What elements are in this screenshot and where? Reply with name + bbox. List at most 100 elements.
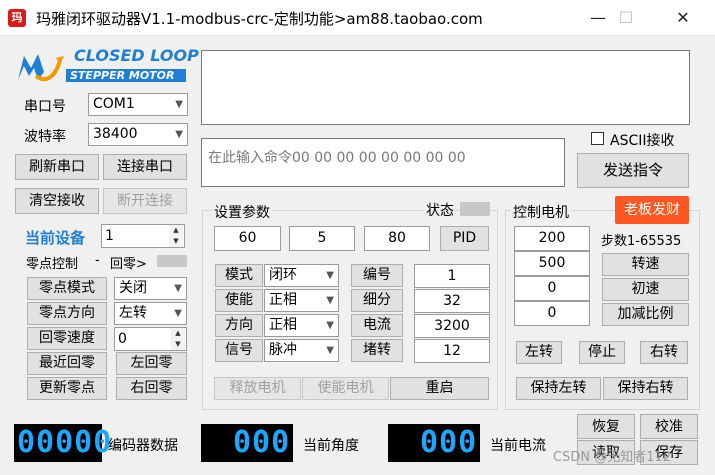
mode-select[interactable]: 闭环 ▼: [264, 264, 339, 287]
logo-line2: STEPPER MOTOR: [70, 69, 175, 82]
window-title: 玛雅闭环驱动器V1.1-modbus-crc-定制功能>am88.taobao.…: [36, 10, 483, 28]
direction-select[interactable]: 正相 ▼: [264, 314, 339, 337]
baud-label: 波特率: [24, 129, 66, 145]
enable-button[interactable]: 使能: [215, 289, 263, 312]
zero-direction-button[interactable]: 零点方向: [27, 302, 107, 325]
current-device-label: 当前设备: [25, 229, 86, 247]
accel-ratio-button[interactable]: 加减比例: [602, 303, 689, 326]
status-indicator: [460, 202, 490, 216]
chevron-down-icon: ▼: [326, 320, 334, 331]
close-icon[interactable]: ✕: [660, 0, 706, 36]
address-value[interactable]: 1: [414, 264, 490, 288]
setting-value-3[interactable]: 80: [364, 226, 430, 251]
chevron-down-icon: ▼: [174, 283, 182, 294]
stall-value[interactable]: 12: [414, 339, 490, 363]
chevron-down-icon: ▼: [175, 99, 183, 110]
microstep-value[interactable]: 32: [414, 289, 490, 313]
receive-textarea[interactable]: [201, 50, 690, 125]
spin-down-icon[interactable]: ▼: [171, 339, 185, 350]
angle-label: 当前角度: [303, 438, 359, 454]
hold-right-button[interactable]: 保持右转: [603, 377, 688, 400]
pid-button[interactable]: PID: [440, 226, 489, 251]
disconnect-button[interactable]: 断开连接: [103, 188, 187, 214]
connect-port-button[interactable]: 连接串口: [103, 154, 187, 180]
command-input[interactable]: 在此输入命令00 00 00 00 00 00 00 00: [201, 138, 565, 187]
motor-control-title: 控制电机: [511, 202, 571, 222]
baud-select[interactable]: 38400 ▼: [88, 123, 188, 146]
update-zero-button[interactable]: 更新零点: [27, 377, 107, 400]
watermark: CSDN @无知者112: [553, 450, 672, 465]
enable-select[interactable]: 正相 ▼: [264, 289, 339, 312]
speed-value[interactable]: 500: [514, 251, 590, 276]
encoder-label: 编码器数据: [108, 438, 178, 454]
settings-title: 设置参数: [212, 202, 272, 222]
enable-motor-button[interactable]: 使能电机: [302, 377, 389, 400]
zero-control-title: 零点控制: [26, 257, 79, 272]
current-display: 000: [388, 424, 480, 462]
ascii-checkbox[interactable]: [591, 132, 604, 145]
signal-button[interactable]: 信号: [215, 339, 263, 362]
port-label: 串口号: [24, 99, 66, 115]
angle-digits: 000: [233, 425, 291, 460]
restore-button[interactable]: 恢复: [577, 414, 635, 439]
port-select[interactable]: COM1 ▼: [88, 93, 188, 116]
status-label: 状态: [424, 200, 456, 220]
zero-mode-button[interactable]: 零点模式: [27, 277, 107, 300]
turn-right-button[interactable]: 右转: [640, 341, 688, 364]
restart-button[interactable]: 重启: [390, 377, 489, 400]
angle-display: 000: [201, 424, 293, 462]
ascii-label: ASCII接收: [610, 133, 675, 149]
current-value[interactable]: 3200: [414, 314, 490, 338]
steps-range-label: 步数1-65535: [601, 234, 682, 249]
chevron-down-icon: ▼: [326, 295, 334, 306]
chevron-down-icon: ▼: [175, 129, 183, 140]
encoder-digits: 00000: [17, 425, 113, 460]
address-button[interactable]: 编号: [351, 264, 403, 287]
encoder-display: 00000: [14, 424, 111, 462]
current-button[interactable]: 电流: [351, 314, 403, 337]
nearest-return-button[interactable]: 最近回零: [27, 352, 107, 375]
mode-button[interactable]: 模式: [215, 264, 263, 287]
maximize-icon[interactable]: ☐: [603, 0, 649, 36]
zero-mode-select[interactable]: 关闭 ▼: [114, 277, 187, 300]
stop-button[interactable]: 停止: [579, 341, 625, 364]
init-speed-button[interactable]: 初速: [602, 278, 689, 301]
accel-value[interactable]: 0: [514, 301, 590, 326]
init-speed-value[interactable]: 0: [514, 276, 590, 301]
left-return-button[interactable]: 左回零: [116, 352, 187, 375]
current-readout-label: 当前电流: [490, 438, 546, 454]
setting-value-1[interactable]: 60: [214, 226, 281, 251]
chevron-down-icon: ▼: [326, 345, 334, 356]
setting-value-2[interactable]: 5: [289, 226, 355, 251]
zero-status-indicator: [157, 255, 187, 267]
steps-value[interactable]: 200: [514, 226, 590, 251]
return-speed-spinner[interactable]: 0 ▲ ▼: [114, 327, 187, 351]
device-spinner[interactable]: 1 ▲ ▼: [101, 224, 185, 248]
zero-separator: -: [95, 253, 100, 268]
title-bar: 玛 玛雅闭环驱动器V1.1-modbus-crc-定制功能>am88.taoba…: [0, 0, 715, 36]
spin-up-icon[interactable]: ▲: [169, 225, 183, 236]
app-icon: 玛: [8, 9, 26, 27]
chevron-down-icon: ▼: [326, 270, 334, 281]
closed-loop-logo: CLOSED LOOP STEPPER MOTOR: [16, 46, 199, 86]
clear-receive-button[interactable]: 清空接收: [15, 188, 99, 214]
zero-direction-select[interactable]: 左转 ▼: [114, 302, 187, 325]
refresh-port-button[interactable]: 刷新串口: [15, 154, 99, 180]
send-command-button[interactable]: 发送指令: [577, 153, 689, 188]
logo-line1: CLOSED LOOP: [74, 46, 199, 65]
right-return-button[interactable]: 右回零: [116, 377, 187, 400]
promo-button[interactable]: 老板发财: [615, 196, 689, 224]
direction-button[interactable]: 方向: [215, 314, 263, 337]
spin-up-icon[interactable]: ▲: [171, 328, 185, 339]
return-zero-label: 回零>: [110, 257, 147, 272]
spin-down-icon[interactable]: ▼: [169, 236, 183, 247]
release-motor-button[interactable]: 释放电机: [214, 377, 301, 400]
calibrate-button[interactable]: 校准: [640, 414, 698, 439]
hold-left-button[interactable]: 保持左转: [516, 377, 601, 400]
signal-select[interactable]: 脉冲 ▼: [264, 339, 339, 362]
turn-left-button[interactable]: 左转: [516, 341, 562, 364]
speed-button[interactable]: 转速: [602, 253, 689, 276]
stall-button[interactable]: 堵转: [351, 339, 403, 362]
microstep-button[interactable]: 细分: [351, 289, 403, 312]
return-speed-button[interactable]: 回零速度: [27, 327, 107, 350]
